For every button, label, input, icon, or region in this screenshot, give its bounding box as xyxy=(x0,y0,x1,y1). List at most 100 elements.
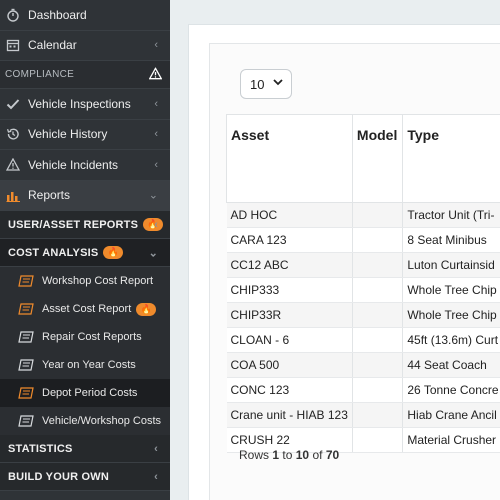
chevron-left-icon: ‹ xyxy=(154,158,158,171)
pagination-from: 1 xyxy=(272,448,280,462)
flame-icon: 🔥 xyxy=(136,302,157,316)
cell-asset: Crane unit - HIAB 123 xyxy=(226,402,353,428)
sidebar-item-vehicle-history[interactable]: Vehicle History ‹ xyxy=(0,120,170,150)
sidebar-subitem-depot-period-costs[interactable]: Depot Period Costs xyxy=(0,379,170,407)
chevron-left-icon: ‹ xyxy=(154,128,158,141)
chevron-down-icon xyxy=(273,78,283,89)
sidebar-group-build-your-own[interactable]: BUILD YOUR OWN ‹ xyxy=(0,463,170,491)
column-header-type[interactable]: Type xyxy=(402,114,500,203)
group-label: USER/ASSET REPORTS xyxy=(8,218,139,231)
cell-model xyxy=(351,202,404,228)
cell-model xyxy=(351,427,404,453)
pagination-prefix: Rows xyxy=(239,448,270,462)
flame-icon: 🔥 xyxy=(143,218,164,231)
stopwatch-icon xyxy=(5,7,21,23)
sidebar-group-cost-analysis[interactable]: COST ANALYSIS 🔥 ⌄ xyxy=(0,239,170,267)
sidebar-item-reports[interactable]: Reports ⌄ xyxy=(0,180,170,211)
cell-type: 8 Seat Minibus xyxy=(402,227,500,253)
table-header-row: Asset Model Type xyxy=(226,114,500,203)
sidebar-subitem-repair-cost-reports[interactable]: Repair Cost Reports xyxy=(0,323,170,351)
group-label: COST ANALYSIS xyxy=(8,246,99,259)
sidebar-subitem-asset-cost-report[interactable]: Asset Cost Report 🔥 xyxy=(0,295,170,323)
report-icon xyxy=(18,387,34,399)
sidebar: Dashboard Calendar ‹ COMPLIANCE Vehicle … xyxy=(0,0,170,500)
main-content: 10 Asset Model Type AD HOC Tractor Unit (… xyxy=(170,0,500,500)
subitem-label: Repair Cost Reports xyxy=(42,331,142,343)
cell-type: Material Crusher xyxy=(402,427,500,453)
sidebar-subitem-year-on-year-costs[interactable]: Year on Year Costs xyxy=(0,351,170,379)
chevron-down-icon: ⌄ xyxy=(148,247,158,259)
section-label: COMPLIANCE xyxy=(5,69,75,80)
cell-model xyxy=(351,352,404,378)
cell-type: 26 Tonne Concre xyxy=(402,377,500,403)
cell-model xyxy=(351,327,404,353)
sidebar-item-dashboard[interactable]: Dashboard xyxy=(0,0,170,31)
table-row[interactable]: AD HOC Tractor Unit (Tri- xyxy=(226,202,500,228)
pagination-info: Rows 1 to 10 of 70 xyxy=(239,448,339,462)
sidebar-item-vehicle-inspections[interactable]: Vehicle Inspections ‹ xyxy=(0,89,170,120)
page-size-value: 10 xyxy=(250,76,265,92)
sidebar-subitem-workshop-cost-report[interactable]: Workshop Cost Report xyxy=(0,267,170,295)
cell-asset: CHIP333 xyxy=(226,277,353,303)
chevron-left-icon: ‹ xyxy=(154,39,158,52)
sidebar-subitem-vehicle-workshop-costs[interactable]: Vehicle/Workshop Costs xyxy=(0,407,170,435)
sidebar-item-label: Reports xyxy=(28,188,71,203)
column-header-asset[interactable]: Asset xyxy=(226,114,353,203)
cell-model xyxy=(351,227,404,253)
table-row[interactable]: CLOAN - 6 45ft (13.6m) Curt xyxy=(226,327,500,353)
table-row[interactable]: CONC 123 26 Tonne Concre xyxy=(226,377,500,403)
cell-asset: AD HOC xyxy=(226,202,353,228)
cell-type: Whole Tree Chip xyxy=(402,302,500,328)
page-size-select[interactable]: 10 xyxy=(240,69,292,99)
table-row[interactable]: CHIP333 Whole Tree Chip xyxy=(226,277,500,303)
table-row[interactable]: CARA 123 8 Seat Minibus xyxy=(226,227,500,253)
cell-model xyxy=(351,277,404,303)
report-icon xyxy=(18,331,34,343)
cell-model xyxy=(351,252,404,278)
cell-asset: CONC 123 xyxy=(226,377,353,403)
cell-type: Hiab Crane Ancil xyxy=(402,402,500,428)
sidebar-item-label: Vehicle History xyxy=(28,127,108,142)
chevron-left-icon: ‹ xyxy=(154,470,158,483)
calendar-icon xyxy=(5,37,21,53)
table-body: AD HOC Tractor Unit (Tri- CARA 123 8 Seat M… xyxy=(226,202,500,453)
bar-chart-icon xyxy=(5,187,21,203)
cell-model xyxy=(351,402,404,428)
report-icon xyxy=(18,275,34,287)
cell-type: Tractor Unit (Tri- xyxy=(402,202,500,228)
cell-asset: CHIP33R xyxy=(226,302,353,328)
sidebar-group-user-asset-reports[interactable]: USER/ASSET REPORTS 🔥 ‹ xyxy=(0,211,170,239)
warning-icon xyxy=(5,157,21,173)
chevron-left-icon: ‹ xyxy=(154,218,158,231)
subitem-label: Workshop Cost Report xyxy=(42,275,154,287)
cell-type: Whole Tree Chip xyxy=(402,277,500,303)
pagination-total: 70 xyxy=(325,448,340,462)
group-label: BUILD YOUR OWN xyxy=(8,470,109,483)
report-icon xyxy=(18,415,34,427)
chevron-left-icon: ‹ xyxy=(154,442,158,455)
pagination-to-word: to xyxy=(282,448,293,462)
table-row[interactable]: CC12 ABC Luton Curtainsid xyxy=(226,252,500,278)
cell-type: Luton Curtainsid xyxy=(402,252,500,278)
chevron-down-icon: ⌄ xyxy=(148,189,158,202)
warning-icon xyxy=(148,66,163,82)
cell-asset: COA 500 xyxy=(226,352,353,378)
report-icon xyxy=(18,303,34,315)
table-row[interactable]: CHIP33R Whole Tree Chip xyxy=(226,302,500,328)
sidebar-group-statistics[interactable]: STATISTICS ‹ xyxy=(0,435,170,463)
sidebar-item-label: Calendar xyxy=(28,38,77,53)
cell-asset: CC12 ABC xyxy=(226,252,353,278)
column-header-model[interactable]: Model xyxy=(351,114,404,203)
sidebar-item-label: Vehicle Inspections xyxy=(28,96,131,111)
table-row[interactable]: Crane unit - HIAB 123 Hiab Crane Ancil xyxy=(226,402,500,428)
sidebar-item-vehicle-incidents[interactable]: Vehicle Incidents ‹ xyxy=(0,150,170,181)
report-icon xyxy=(18,359,34,371)
cell-type: 44 Seat Coach xyxy=(402,352,500,378)
subitem-label: Depot Period Costs xyxy=(42,387,138,399)
sidebar-item-calendar[interactable]: Calendar ‹ xyxy=(0,31,170,61)
table-row[interactable]: COA 500 44 Seat Coach xyxy=(226,352,500,378)
pagination-to: 10 xyxy=(295,448,310,462)
subitem-label: Vehicle/Workshop Costs xyxy=(42,415,162,427)
subitem-label: Asset Cost Report xyxy=(42,303,132,315)
asset-table: Asset Model Type AD HOC Tractor Unit (Tri… xyxy=(226,114,500,453)
